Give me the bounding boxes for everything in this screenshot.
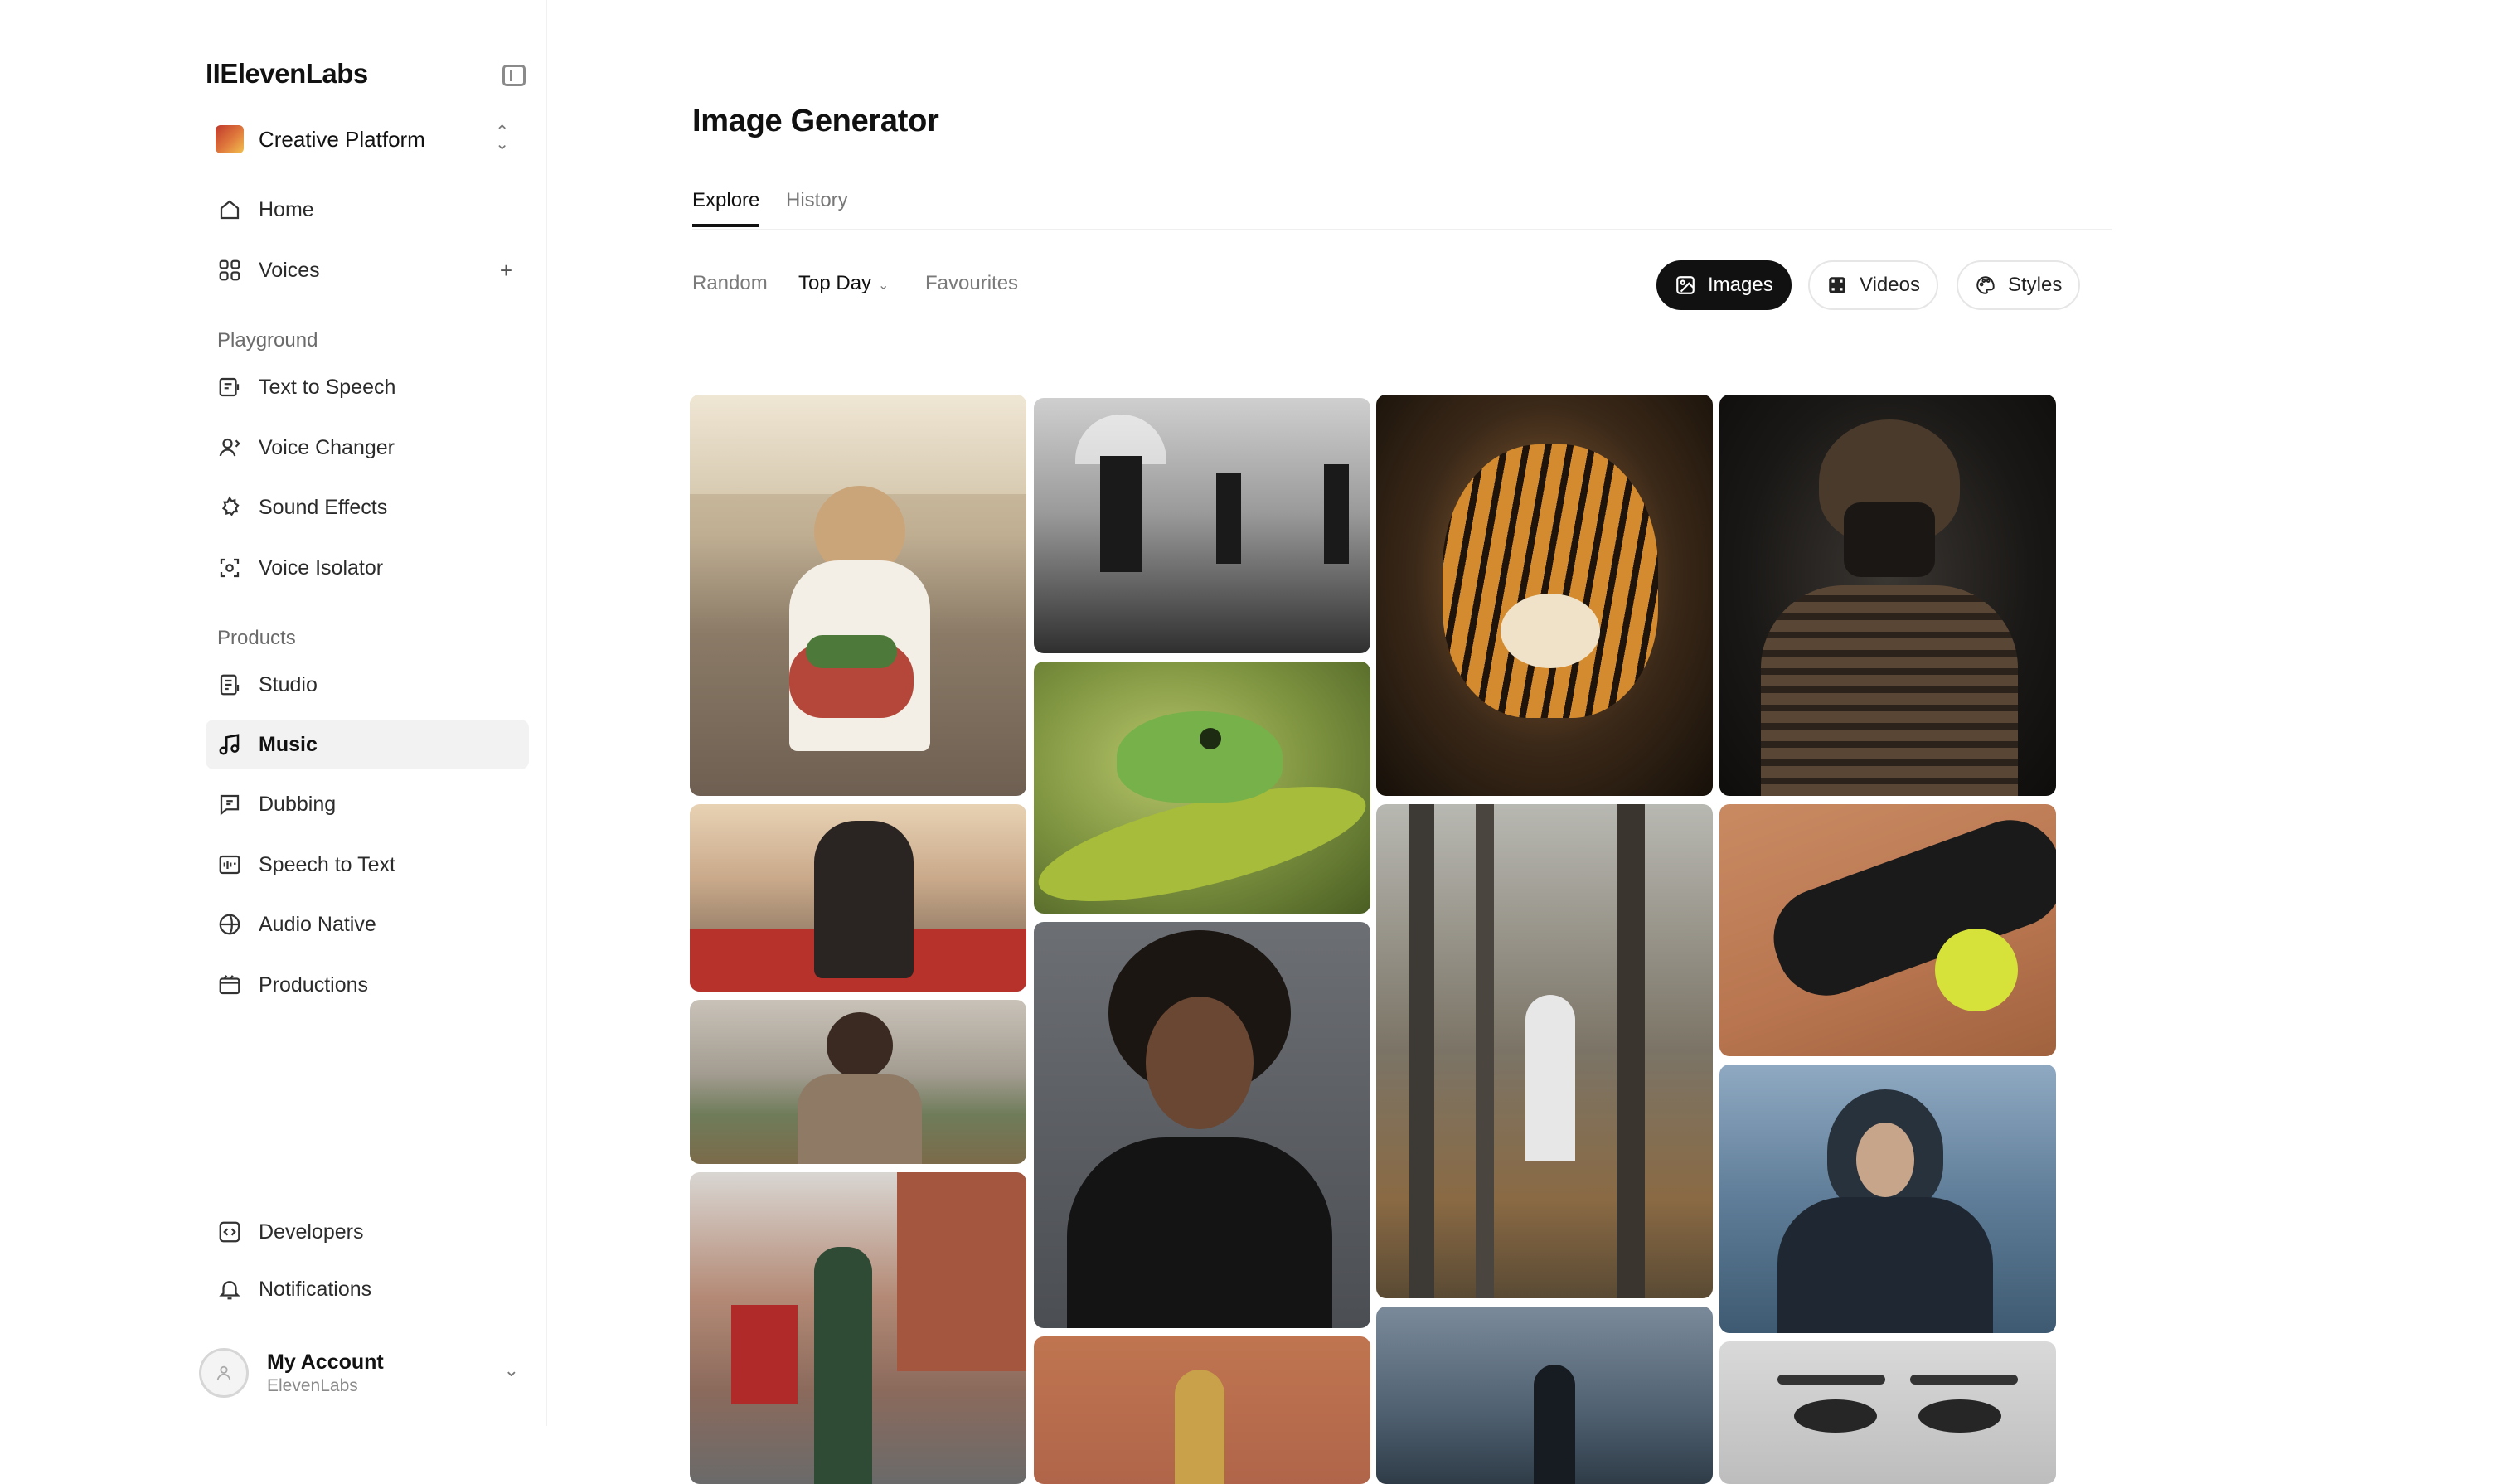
sidebar-item-music[interactable]: Music <box>206 720 529 769</box>
workspace-switcher[interactable]: Creative Platform ⌃ ⌄ <box>206 116 529 162</box>
sidebar-item-label: Voice Isolator <box>259 555 384 580</box>
gallery-image-hooded-figure[interactable] <box>1719 1065 2056 1333</box>
home-icon <box>220 200 240 220</box>
gallery-image-tiger[interactable] <box>1376 395 1713 796</box>
dubbing-icon <box>220 794 240 816</box>
account-menu[interactable]: My Account ElevenLabs ⌄ <box>199 1341 531 1404</box>
gallery-image-umbrella-street[interactable] <box>1034 398 1370 653</box>
gallery-image-tennis[interactable] <box>1719 804 2056 1056</box>
gallery-image-eyes-closeup[interactable] <box>1719 1341 2056 1484</box>
speech-to-text-icon <box>219 855 240 875</box>
music-icon <box>219 734 240 755</box>
page-title: Image Generator <box>692 104 939 138</box>
studio-icon <box>220 674 240 696</box>
videos-button[interactable]: Videos <box>1808 260 1938 310</box>
gallery-image-gold-plant[interactable] <box>1034 1336 1370 1484</box>
tab-bar: Explore History <box>692 184 2112 230</box>
sound-effects-icon <box>221 496 240 516</box>
image-icon <box>1676 276 1695 294</box>
sidebar-item-label: Studio <box>259 672 318 696</box>
user-icon <box>216 1365 231 1380</box>
sidebar-item-notifications[interactable]: Notifications <box>206 1264 529 1314</box>
sidebar-item-label: Text to Speech <box>259 375 396 399</box>
sidebar-item-label: Dubbing <box>259 792 337 816</box>
filter-top-day[interactable]: Top Day ⌄ <box>798 272 889 295</box>
gallery-image-portrait-woman[interactable] <box>1034 922 1370 1328</box>
workspace-label: Creative Platform <box>259 126 425 152</box>
sidebar-item-home[interactable]: Home <box>206 185 529 235</box>
sidebar: IIElevenLabs Creative Platform ⌃ ⌄ Home V… <box>0 0 547 1426</box>
gallery-image-flower-field[interactable] <box>690 1000 1026 1164</box>
chevron-down-icon: ⌄ <box>503 1360 519 1380</box>
images-button-label: Images <box>1708 274 1773 296</box>
sidebar-item-label: Voice Changer <box>259 435 395 459</box>
images-button[interactable]: Images <box>1656 260 1792 310</box>
sidebar-item-dubbing[interactable]: Dubbing <box>206 779 529 829</box>
sidebar-item-label: Speech to Text <box>259 852 395 876</box>
sidebar-item-label: Music <box>259 732 318 756</box>
sidebar-item-label: Home <box>259 197 314 221</box>
filter-favourites[interactable]: Favourites <box>925 272 1018 295</box>
brand-logo[interactable]: IIElevenLabs <box>206 58 368 90</box>
audio-native-icon <box>219 914 240 935</box>
tab-history[interactable]: History <box>786 189 848 224</box>
gallery-image-man-car[interactable] <box>690 804 1026 992</box>
videos-button-label: Videos <box>1860 274 1920 296</box>
gallery-image-cliff-figure[interactable] <box>1376 1307 1713 1484</box>
workspace-logo <box>216 125 244 153</box>
section-label-playground: Playground <box>217 329 318 352</box>
sidebar-item-label: Sound Effects <box>259 495 388 519</box>
video-icon <box>1829 277 1845 293</box>
filter-random[interactable]: Random <box>692 272 768 295</box>
sidebar-item-voice-changer[interactable]: Voice Changer <box>206 423 529 473</box>
voice-changer-icon <box>219 438 240 457</box>
sidebar-item-audio-native[interactable]: Audio Native <box>206 900 529 949</box>
gallery-image-samurai[interactable] <box>1719 395 2056 796</box>
gallery-image-city-walk[interactable] <box>690 1172 1026 1484</box>
add-voice-button[interactable]: + <box>500 258 512 284</box>
sidebar-item-label: Audio Native <box>259 912 376 936</box>
sidebar-item-text-to-speech[interactable]: Text to Speech <box>206 362 529 412</box>
account-org: ElevenLabs <box>267 1375 358 1395</box>
sidebar-item-label: Developers <box>259 1220 364 1244</box>
chevron-down-icon: ⌄ <box>878 279 890 293</box>
styles-button-label: Styles <box>2008 274 2063 296</box>
tab-explore[interactable]: Explore <box>692 189 760 227</box>
styles-button[interactable]: Styles <box>1957 260 2081 310</box>
voice-isolator-icon <box>220 558 240 578</box>
sidebar-item-voices[interactable]: Voices + <box>206 245 529 295</box>
gallery-image-market-woman[interactable] <box>690 395 1026 796</box>
developers-icon <box>219 1221 240 1243</box>
sidebar-item-voice-isolator[interactable]: Voice Isolator <box>206 543 529 593</box>
sidebar-item-sound-effects[interactable]: Sound Effects <box>206 483 529 532</box>
text-to-speech-icon <box>219 377 240 397</box>
chevron-up-down-icon: ⌃ ⌄ <box>495 123 509 153</box>
sidebar-item-label: Productions <box>259 972 369 997</box>
voices-icon <box>219 259 240 281</box>
gallery-image-frog[interactable] <box>1034 662 1370 914</box>
palette-icon <box>1976 276 1995 294</box>
section-label-products: Products <box>217 627 296 649</box>
account-name: My Account <box>267 1350 384 1374</box>
sidebar-item-studio[interactable]: Studio <box>206 660 529 710</box>
sidebar-item-productions[interactable]: Productions <box>206 960 529 1010</box>
sidebar-item-speech-to-text[interactable]: Speech to Text <box>206 840 529 890</box>
sidebar-item-label: Notifications <box>259 1277 372 1301</box>
gallery-image-forest-runner[interactable] <box>1376 804 1713 1298</box>
bell-icon <box>219 1281 240 1300</box>
sidebar-item-label: Voices <box>259 258 320 282</box>
filter-top-day-label: Top Day <box>798 272 872 294</box>
productions-icon <box>219 975 240 995</box>
avatar <box>199 1348 249 1398</box>
sidebar-item-developers[interactable]: Developers <box>206 1207 529 1257</box>
sidebar-collapse-icon[interactable] <box>502 65 526 86</box>
